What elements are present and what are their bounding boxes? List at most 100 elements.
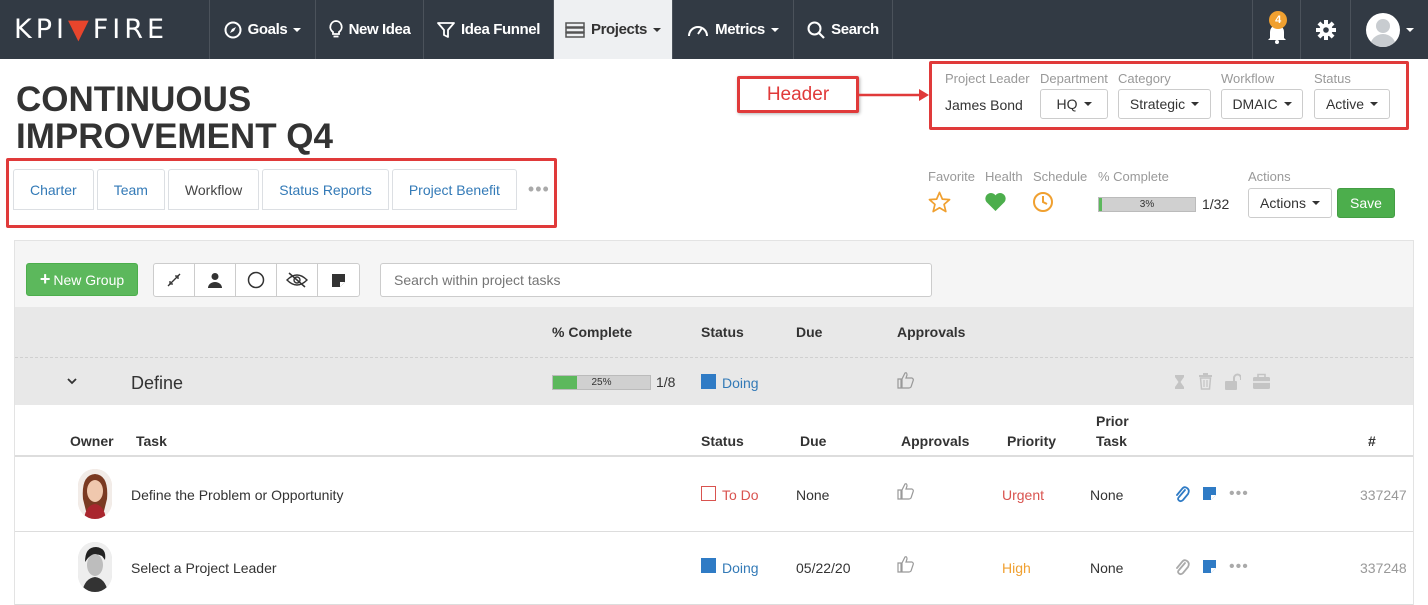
task-due[interactable]: None [796, 487, 829, 503]
top-navigation-bar: KPI▼FIRE Goals New Idea Idea Funnel Proj… [0, 0, 1428, 59]
project-leader-label: Project Leader [945, 71, 1030, 86]
group-header [15, 307, 1413, 405]
more-options-icon[interactable]: ••• [1229, 558, 1249, 576]
nav-projects[interactable]: Projects [553, 0, 672, 59]
task-col-prior-line1: Prior [1096, 413, 1129, 429]
group-col-due: Due [796, 324, 823, 340]
chevron-down-icon [1405, 27, 1414, 32]
favorite-label: Favorite [928, 169, 975, 184]
user-icon [208, 273, 222, 288]
chevron-down-icon [1311, 201, 1320, 205]
project-progress-bar: 3% [1098, 197, 1196, 212]
task-col-status: Status [701, 433, 744, 449]
percent-complete-label: % Complete [1098, 169, 1169, 184]
new-group-button[interactable]: + New Group [26, 263, 138, 296]
tabs-annotation-box [6, 158, 557, 228]
nav-new-idea[interactable]: New Idea [315, 0, 423, 59]
project-leader-value: James Bond [945, 97, 1023, 113]
logo-flame-icon: ▼ [67, 14, 93, 45]
nav-goals[interactable]: Goals [209, 0, 315, 59]
task-name[interactable]: Select a Project Leader [131, 560, 277, 576]
department-value: HQ [1056, 96, 1078, 112]
group-name: Define [131, 373, 184, 393]
search-icon [807, 21, 825, 39]
task-prior[interactable]: None [1090, 560, 1123, 576]
my-tasks-button[interactable] [195, 264, 236, 296]
thumbs-up-icon[interactable] [897, 371, 915, 389]
avatar[interactable] [78, 542, 112, 592]
actions-dropdown[interactable]: Actions [1248, 188, 1332, 218]
thumbs-up-icon[interactable] [897, 555, 915, 573]
department-dropdown[interactable]: HQ [1040, 89, 1108, 119]
task-priority[interactable]: High [1002, 560, 1031, 576]
doing-status-icon [701, 558, 716, 573]
open-tasks-button[interactable] [236, 264, 277, 296]
paperclip-icon[interactable] [1174, 558, 1190, 576]
category-dropdown[interactable]: Strategic [1118, 89, 1211, 119]
group-progress-text: 25% [591, 377, 612, 388]
task-col-prior-line2: Task [1096, 433, 1127, 449]
star-icon[interactable] [928, 191, 951, 213]
nav-metrics[interactable]: Metrics [672, 0, 793, 59]
sticky-note-icon[interactable] [1202, 486, 1217, 501]
task-status[interactable]: Doing [722, 560, 759, 576]
chevron-down-icon [1083, 102, 1092, 106]
task-name[interactable]: Define the Problem or Opportunity [131, 487, 343, 503]
kpifire-logo[interactable]: KPI▼FIRE [14, 14, 168, 45]
task-priority[interactable]: Urgent [1002, 487, 1044, 503]
nav-new-idea-label: New Idea [348, 21, 411, 38]
heart-icon [985, 193, 1006, 212]
task-prior[interactable]: None [1090, 487, 1123, 503]
notes-button[interactable] [318, 264, 359, 296]
task-status[interactable]: To Do [722, 487, 759, 503]
nav-idea-funnel[interactable]: Idea Funnel [423, 0, 553, 59]
task-col-priority: Priority [1007, 433, 1057, 449]
nav-goals-label: Goals [247, 21, 288, 38]
group-progress-bar: 25% [552, 375, 651, 390]
hide-completed-button[interactable] [277, 264, 318, 296]
notifications-button[interactable]: 4 [1252, 0, 1300, 59]
clock-icon [1033, 192, 1053, 212]
workflow-dropdown[interactable]: DMAIC [1221, 89, 1303, 119]
more-options-icon[interactable]: ••• [1229, 485, 1249, 503]
chevron-down-icon [770, 27, 779, 32]
save-button[interactable]: Save [1337, 188, 1395, 218]
todo-status-icon [701, 486, 716, 501]
thumbs-up-icon[interactable] [897, 482, 915, 500]
user-menu[interactable] [1350, 0, 1428, 59]
group-task-count: 1/8 [656, 374, 676, 390]
notification-count-badge: 4 [1269, 11, 1287, 29]
project-title: CONTINUOUS IMPROVEMENT Q4 [16, 80, 333, 156]
nav-search[interactable]: Search [793, 0, 893, 59]
trash-icon[interactable] [1198, 373, 1213, 390]
task-col-approvals: Approvals [901, 433, 970, 449]
circle-icon [247, 271, 265, 289]
group-col-status: Status [701, 324, 744, 340]
task-search-input[interactable] [380, 263, 932, 297]
actions-button-label: Actions [1260, 195, 1306, 211]
task-col-task: Task [136, 433, 167, 449]
group-status[interactable]: Doing [722, 375, 759, 391]
new-group-label: New Group [53, 271, 125, 288]
task-number: 337248 [1360, 560, 1407, 576]
unlock-icon[interactable] [1224, 373, 1241, 390]
status-dropdown[interactable]: Active [1314, 89, 1390, 119]
task-due[interactable]: 05/22/20 [796, 560, 851, 576]
hourglass-icon[interactable] [1174, 374, 1185, 390]
project-task-count: 1/32 [1202, 196, 1230, 212]
chevron-down-icon [1283, 102, 1292, 106]
sticky-note-icon[interactable] [1202, 559, 1217, 574]
avatar [1365, 12, 1400, 47]
owner-photo-icon [78, 469, 112, 519]
chevron-down-icon [1191, 102, 1200, 106]
actions-label: Actions [1248, 169, 1291, 184]
user-silhouette-icon [1369, 18, 1396, 47]
collapse-all-button[interactable] [154, 264, 195, 296]
chevron-down-icon [1370, 102, 1379, 106]
settings-button[interactable] [1300, 0, 1350, 59]
avatar[interactable] [78, 469, 112, 519]
chevron-down-icon[interactable] [66, 377, 78, 385]
task-col-due: Due [800, 433, 827, 449]
briefcase-icon[interactable] [1252, 373, 1271, 390]
paperclip-icon[interactable] [1174, 485, 1190, 503]
